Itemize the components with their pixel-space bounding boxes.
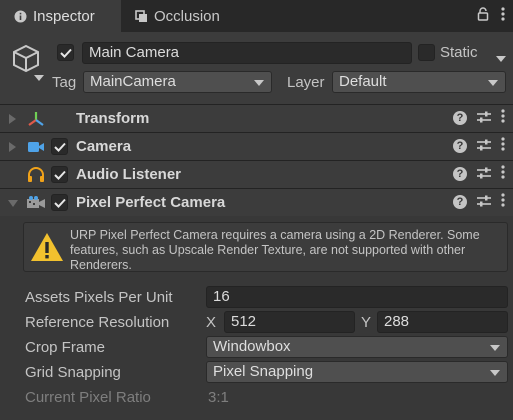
component-title: Audio Listener bbox=[76, 166, 182, 183]
current-pixel-ratio-value: 3:1 bbox=[208, 389, 229, 406]
component-tools: ? bbox=[453, 193, 505, 211]
layer-value: Default bbox=[339, 73, 387, 90]
occlusion-icon bbox=[135, 9, 148, 23]
pixel-camera-icon bbox=[25, 194, 47, 212]
component-tools: ? bbox=[453, 165, 505, 183]
component-enabled-checkbox[interactable] bbox=[51, 166, 68, 183]
presets-icon[interactable] bbox=[477, 138, 491, 155]
component-audio-listener[interactable]: Audio Listener ? bbox=[0, 160, 513, 188]
lock-icon[interactable] bbox=[477, 7, 489, 25]
presets-icon[interactable] bbox=[477, 110, 491, 127]
component-transform[interactable]: Transform ? bbox=[0, 104, 513, 132]
layer-label: Layer bbox=[287, 74, 325, 91]
tab-bar: Inspector Occlusion bbox=[0, 0, 513, 32]
ref-y-field[interactable]: 288 bbox=[377, 311, 508, 333]
gameobject-name-field[interactable]: Main Camera bbox=[82, 42, 412, 64]
checkmark-icon bbox=[53, 198, 66, 208]
presets-icon[interactable] bbox=[477, 194, 491, 211]
help-icon[interactable]: ? bbox=[453, 167, 467, 181]
gameobject-header: Main Camera Static Tag MainCamera Layer … bbox=[0, 32, 513, 104]
tag-dropdown[interactable]: MainCamera bbox=[83, 71, 272, 93]
component-tools: ? bbox=[453, 109, 505, 127]
tab-occlusion[interactable]: Occlusion bbox=[121, 0, 251, 32]
pixel-perfect-camera-body: URP Pixel Perfect Camera requires a came… bbox=[0, 216, 513, 420]
chevron-down-icon bbox=[490, 370, 500, 376]
kebab-menu-icon[interactable] bbox=[501, 137, 505, 155]
headphones-icon bbox=[25, 166, 47, 184]
kebab-menu-icon[interactable] bbox=[501, 193, 505, 211]
component-title: Pixel Perfect Camera bbox=[76, 194, 226, 211]
tab-occlusion-label: Occlusion bbox=[154, 7, 220, 25]
kebab-menu-icon[interactable] bbox=[501, 109, 505, 127]
foldout-arrow-icon[interactable] bbox=[9, 114, 16, 124]
crop-frame-dropdown[interactable]: Windowbox bbox=[206, 336, 508, 358]
component-pixel-perfect-camera[interactable]: Pixel Perfect Camera ? bbox=[0, 188, 513, 216]
component-tools: ? bbox=[453, 137, 505, 155]
warning-text: URP Pixel Perfect Camera requires a came… bbox=[70, 228, 480, 272]
static-dropdown-arrow-icon[interactable] bbox=[496, 49, 506, 66]
layer-dropdown[interactable]: Default bbox=[332, 71, 506, 93]
foldout-arrow-icon[interactable] bbox=[8, 200, 18, 207]
help-icon[interactable]: ? bbox=[453, 139, 467, 153]
static-checkbox[interactable] bbox=[418, 44, 435, 61]
help-icon[interactable]: ? bbox=[453, 195, 467, 209]
component-camera[interactable]: Camera ? bbox=[0, 132, 513, 160]
component-enabled-checkbox[interactable] bbox=[51, 138, 68, 155]
current-pixel-ratio-label: Current Pixel Ratio bbox=[25, 389, 151, 406]
component-title: Transform bbox=[76, 110, 150, 127]
warning-icon bbox=[30, 232, 64, 266]
crop-frame-value: Windowbox bbox=[213, 338, 291, 355]
assets-ppu-field[interactable]: 16 bbox=[206, 286, 508, 308]
transform-axes-icon bbox=[25, 110, 47, 128]
kebab-menu-icon[interactable] bbox=[501, 165, 505, 183]
chevron-down-icon bbox=[490, 345, 500, 351]
tab-inspector[interactable]: Inspector bbox=[0, 0, 121, 32]
active-checkbox[interactable] bbox=[57, 44, 74, 61]
checkmark-icon bbox=[53, 170, 66, 180]
grid-snapping-label: Grid Snapping bbox=[25, 364, 121, 381]
tag-label: Tag bbox=[52, 74, 77, 91]
checkmark-icon bbox=[59, 48, 72, 58]
chevron-down-icon bbox=[254, 80, 264, 86]
ref-x-label: X bbox=[206, 314, 217, 331]
ref-y-label: Y bbox=[361, 314, 372, 331]
grid-snapping-dropdown[interactable]: Pixel Snapping bbox=[206, 361, 508, 383]
camera-icon bbox=[25, 138, 47, 156]
chevron-down-icon bbox=[488, 80, 498, 86]
grid-snapping-value: Pixel Snapping bbox=[213, 363, 314, 380]
component-enabled-checkbox[interactable] bbox=[51, 194, 68, 211]
presets-icon[interactable] bbox=[477, 166, 491, 183]
crop-frame-label: Crop Frame bbox=[25, 339, 106, 356]
ref-x-field[interactable]: 512 bbox=[224, 311, 355, 333]
checkmark-icon bbox=[53, 142, 66, 152]
component-title: Camera bbox=[76, 138, 132, 155]
static-label: Static bbox=[440, 44, 478, 61]
tag-value: MainCamera bbox=[90, 73, 176, 90]
warning-helpbox: URP Pixel Perfect Camera requires a came… bbox=[23, 222, 508, 272]
info-icon bbox=[14, 10, 27, 23]
foldout-arrow-icon[interactable] bbox=[9, 142, 16, 152]
reference-resolution-label: Reference Resolution bbox=[25, 314, 170, 331]
tab-inspector-label: Inspector bbox=[33, 7, 95, 25]
more-menu-icon[interactable] bbox=[501, 7, 505, 25]
tab-controls bbox=[477, 0, 505, 32]
assets-ppu-label: Assets Pixels Per Unit bbox=[25, 289, 173, 306]
help-icon[interactable]: ? bbox=[453, 111, 467, 125]
icon-dropdown-arrow-icon[interactable] bbox=[34, 68, 44, 85]
